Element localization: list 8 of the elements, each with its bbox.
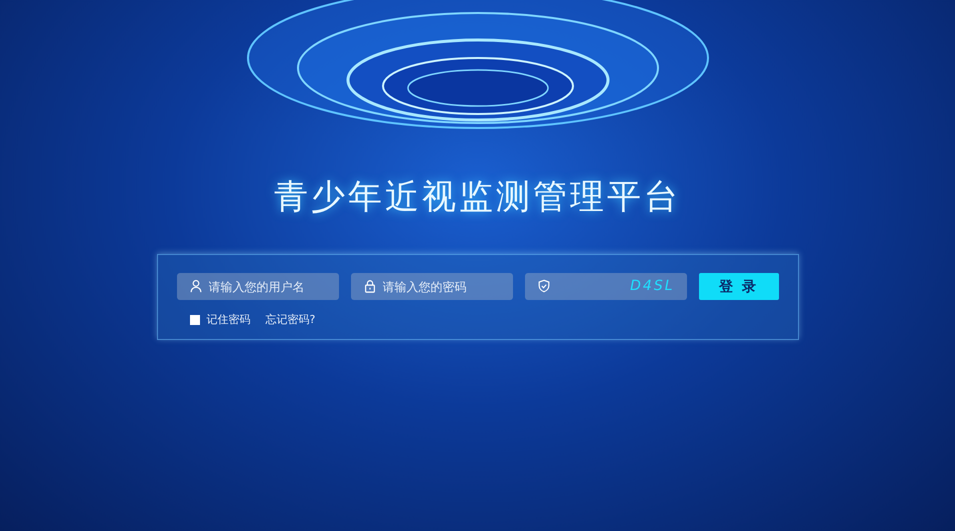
lock-icon	[362, 279, 376, 293]
shield-icon	[536, 279, 550, 293]
user-icon	[188, 279, 202, 293]
remember-checkbox[interactable]	[190, 314, 200, 324]
login-button[interactable]: 登 录	[698, 273, 778, 300]
remember-label: 记住密码	[206, 312, 250, 327]
platform-title: 青少年近视监测管理平台	[274, 176, 681, 219]
forgot-password-link[interactable]: 忘记密码?	[266, 312, 316, 327]
